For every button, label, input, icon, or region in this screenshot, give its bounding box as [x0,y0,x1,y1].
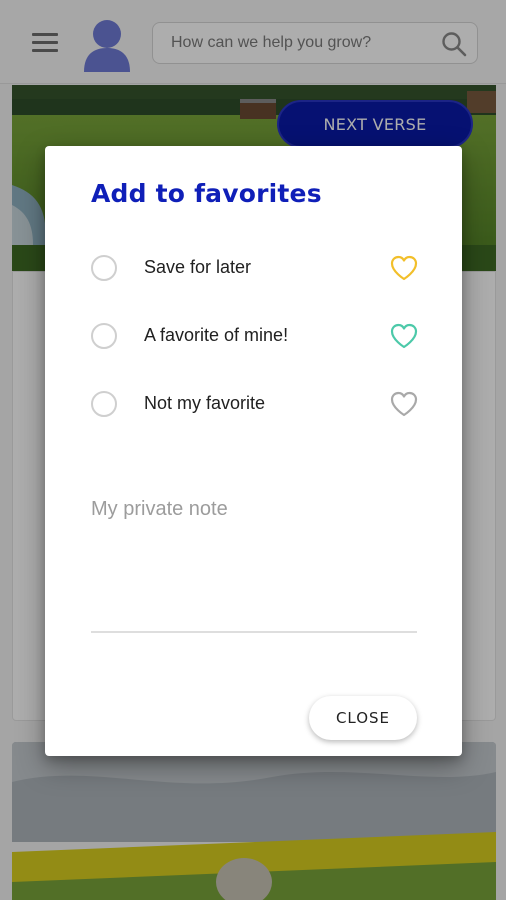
heart-outline-icon [390,255,418,281]
option-label: Save for later [144,257,252,277]
radio-button[interactable] [91,323,117,349]
option-label: A favorite of mine! [144,325,289,345]
heart-outline-icon [390,323,418,349]
favorites-dialog: Add to favorites Save for later A favori… [45,146,462,756]
heart-outline-icon [390,391,418,417]
radio-button[interactable] [91,255,117,281]
option-not-favorite[interactable]: Not my favorite [89,382,419,426]
option-label: Not my favorite [144,393,266,413]
radio-button[interactable] [91,391,117,417]
close-button[interactable]: CLOSE [309,696,417,740]
dialog-title: Add to favorites [91,179,322,208]
option-favorite[interactable]: A favorite of mine! [89,314,419,358]
private-note-field[interactable] [91,486,417,633]
option-save-for-later[interactable]: Save for later [89,246,419,290]
